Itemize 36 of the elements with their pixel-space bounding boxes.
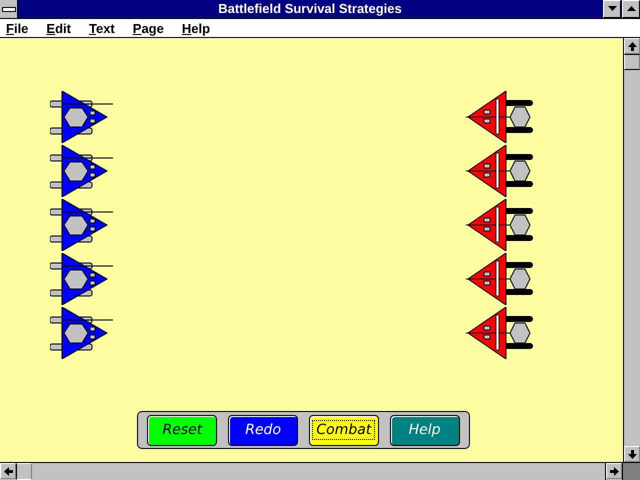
tank-unit-drawing[interactable] xyxy=(50,91,114,143)
tank-unit-drawing[interactable] xyxy=(50,307,114,359)
right-arrow-icon xyxy=(610,466,618,476)
command-button[interactable]: Help xyxy=(390,414,460,446)
maximize-button[interactable] xyxy=(622,0,640,18)
minimize-button[interactable] xyxy=(603,0,621,18)
tank-unit-drawing[interactable] xyxy=(50,199,114,251)
horizontal-scrollbar[interactable] xyxy=(0,463,622,480)
scroll-right-button[interactable] xyxy=(606,463,622,479)
menu-item[interactable]: Text xyxy=(82,20,122,36)
scroll-thumb[interactable] xyxy=(624,54,640,70)
command-button[interactable]: Combat xyxy=(308,414,379,446)
up-triangle-icon xyxy=(626,6,636,12)
down-triangle-icon xyxy=(608,6,616,12)
scroll-up-button[interactable] xyxy=(624,38,640,54)
tank-unit-drawing[interactable] xyxy=(466,91,534,143)
vertical-scrollbar[interactable] xyxy=(623,38,640,462)
tank-unit-drawing[interactable] xyxy=(466,199,534,251)
down-arrow-icon xyxy=(628,450,636,458)
scroll-left-button[interactable] xyxy=(0,463,16,479)
tank-unit-drawing[interactable] xyxy=(50,253,114,305)
menu-item[interactable]: Page xyxy=(126,20,171,36)
menu-item[interactable]: Edit xyxy=(39,20,78,36)
tank-unit-drawing[interactable] xyxy=(466,145,534,197)
command-button[interactable]: Reset xyxy=(147,414,218,446)
tank-unit-drawing[interactable] xyxy=(466,253,534,305)
up-arrow-icon xyxy=(628,42,636,50)
left-arrow-icon xyxy=(4,466,12,476)
command-button[interactable]: Redo xyxy=(228,414,298,446)
tank-unit-drawing[interactable] xyxy=(466,307,534,359)
system-menu-button[interactable] xyxy=(0,0,18,18)
menu-item[interactable]: Help xyxy=(174,20,218,36)
menu-item[interactable]: File xyxy=(0,20,36,36)
window-title: Battlefield Survival Strategies xyxy=(217,0,403,18)
scroll-down-button[interactable] xyxy=(624,446,640,462)
tank-unit-drawing[interactable] xyxy=(50,145,114,197)
